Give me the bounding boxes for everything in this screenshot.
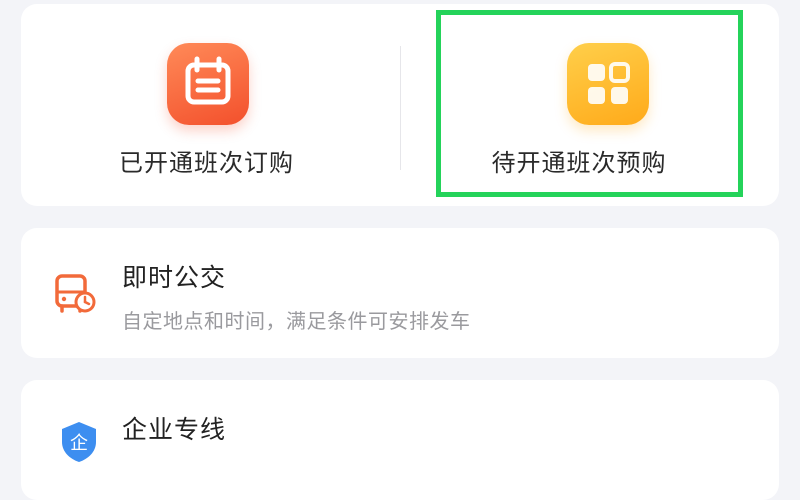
- service-row-instant-bus[interactable]: 即时公交 自定地点和时间，满足条件可安排发车: [21, 228, 779, 358]
- opened-route-order-label: 已开通班次订购: [119, 149, 294, 177]
- selection-highlight-box: [436, 10, 743, 197]
- instant-bus-title: 即时公交: [122, 263, 227, 292]
- bus-clock-icon: [53, 270, 99, 316]
- opened-route-order-option[interactable]: 已开通班次订购: [21, 4, 400, 206]
- enterprise-line-title: 企业专线: [122, 415, 227, 444]
- company-shield-icon: 企: [59, 420, 99, 464]
- calendar-icon: [167, 43, 249, 125]
- instant-bus-description: 自定地点和时间，满足条件可安排发车: [122, 309, 471, 333]
- svg-text:企: 企: [70, 433, 88, 454]
- service-row-enterprise-line[interactable]: 企 企业专线: [21, 380, 779, 500]
